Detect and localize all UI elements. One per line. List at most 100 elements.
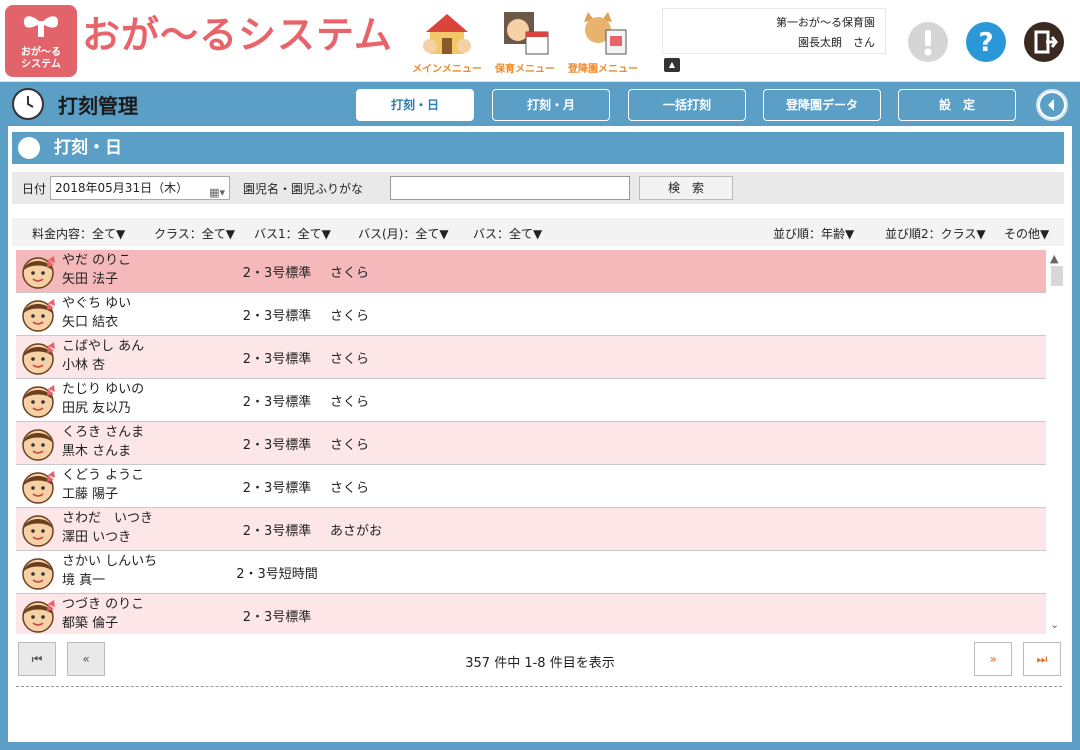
child-name: 矢田 法子: [62, 272, 119, 287]
tab-monthly[interactable]: 打刻・月: [492, 89, 610, 121]
child-kana: つづき のりこ: [62, 597, 145, 612]
table-row[interactable]: くろき さんま 黒木 さんま 2・3号標準 さくら: [16, 422, 1046, 465]
class-filter[interactable]: クラス：全て▼: [154, 225, 235, 242]
class-name: さくら: [330, 395, 370, 410]
child-name: 境 真一: [62, 573, 106, 588]
filter-bar: 日付 2018年05月31日（木） ▦▾ 園児名・園児ふりがな 検 索: [12, 172, 1064, 204]
tab-attendance-data[interactable]: 登降園データ: [763, 89, 881, 121]
child-name: 黒木 さんま: [62, 444, 132, 459]
child-kana: さわだ いつき: [62, 511, 154, 526]
bus1-filter[interactable]: バス1：全て▼: [254, 225, 331, 242]
cat-card-icon: [584, 12, 627, 55]
fee-type: 2・3号標準: [242, 309, 312, 324]
scroll-thumb[interactable]: [1051, 266, 1063, 286]
title-bar: 打刻管理 打刻・日 打刻・月 一括打刻 登降園データ 設 定: [0, 82, 1080, 126]
app-window: おが〜る システム おが〜るシステム メインメニュー 保育メニュー 登降園メニュー…: [0, 0, 1080, 750]
child-kana: くどう ようこ: [62, 468, 145, 483]
child-name: 矢口 結衣: [62, 315, 119, 330]
section-title: 打刻・日: [54, 138, 122, 158]
teacher-calendar-icon: [504, 12, 549, 55]
calendar-dropdown-icon[interactable]: ▦▾: [209, 182, 225, 204]
content-panel: 打刻・日 日付 2018年05月31日（木） ▦▾ 園児名・園児ふりがな 検 索 …: [8, 126, 1072, 742]
help-icon[interactable]: ?: [966, 22, 1006, 62]
boy-avatar-icon: [22, 429, 54, 461]
table-row[interactable]: やだ のりこ 矢田 法子 2・3号標準 さくら: [16, 250, 1046, 293]
table-row[interactable]: つづき のりこ 都築 倫子 2・3号標準: [16, 594, 1046, 634]
fee-type: 2・3号標準: [242, 524, 312, 539]
section-header: 打刻・日: [12, 132, 1064, 164]
tab-daily[interactable]: 打刻・日: [356, 89, 474, 121]
table-row[interactable]: やぐち ゆい 矢口 結衣 2・3号標準 さくら: [16, 293, 1046, 336]
house-kids-icon: [423, 14, 471, 54]
child-name: 小林 杏: [62, 358, 106, 373]
date-label: 日付: [22, 182, 47, 196]
app-logo[interactable]: おが〜る システム: [5, 5, 77, 77]
fee-type: 2・3号短時間: [236, 567, 318, 582]
tab-bulk[interactable]: 一括打刻: [628, 89, 746, 121]
fee-type: 2・3号標準: [242, 352, 312, 367]
scroll-down-icon[interactable]: ⌄: [1050, 618, 1059, 631]
fee-type: 2・3号標準: [242, 395, 312, 410]
table-row[interactable]: くどう ようこ 工藤 陽子 2・3号標準 さくら: [16, 465, 1046, 508]
child-name: 田尻 友以乃: [62, 401, 132, 416]
user-name: 園長太朗 さん: [798, 36, 875, 49]
circle-icon: [18, 137, 40, 159]
tab-settings[interactable]: 設 定: [898, 89, 1016, 121]
collapse-button[interactable]: [1036, 89, 1068, 121]
girl-avatar-icon: [22, 600, 55, 633]
table-row[interactable]: さわだ いつき 澤田 いつき 2・3号標準 あさがお: [16, 508, 1046, 551]
fee-filter[interactable]: 料金内容：全て▼: [32, 225, 125, 242]
sort-order-1[interactable]: 並び順：年齢▼: [773, 225, 854, 242]
app-title: おが〜るシステム: [82, 13, 393, 57]
facility-name: 第一おが〜る保育園: [776, 16, 875, 29]
name-label: 園児名・園児ふりがな: [243, 182, 364, 196]
logout-icon[interactable]: [1024, 22, 1064, 62]
table-row[interactable]: こばやし あん 小林 杏 2・3号標準 さくら: [16, 336, 1046, 379]
class-name: さくら: [330, 481, 370, 496]
divider: [16, 686, 1062, 687]
main-menu-button[interactable]: メインメニュー: [410, 8, 484, 76]
fee-type: 2・3号標準: [242, 481, 312, 496]
bus-filter[interactable]: バス：全て▼: [473, 225, 542, 242]
childcare-menu-label: 保育メニュー: [495, 64, 555, 75]
class-name: さくら: [330, 309, 370, 324]
user-dropdown-icon[interactable]: ▲: [664, 58, 680, 72]
boy-avatar-icon: [22, 558, 54, 590]
child-kana: さかい しんいち: [62, 554, 158, 569]
logo-text-2: システム: [21, 59, 61, 70]
child-name: 工藤 陽子: [62, 487, 119, 502]
scroll-up-icon[interactable]: ▲: [1050, 252, 1058, 265]
search-button[interactable]: 検 索: [639, 176, 733, 200]
table-row[interactable]: さかい しんいち境 真一 2・3号短時間: [16, 551, 1046, 594]
page-title: 打刻管理: [58, 94, 138, 118]
fee-type: 2・3号標準: [242, 438, 312, 453]
alert-icon[interactable]: [908, 22, 948, 62]
clock-icon: [12, 88, 44, 120]
bow-icon: [23, 16, 59, 37]
girl-avatar-icon: [22, 471, 55, 504]
class-name: あさがお: [330, 524, 383, 539]
girl-avatar-icon: [22, 299, 55, 332]
other-filter[interactable]: その他▼: [1004, 225, 1049, 242]
svg-text:?: ?: [978, 28, 993, 58]
girl-avatar-icon: [22, 256, 55, 289]
girl-avatar-icon: [22, 385, 55, 418]
table-row[interactable]: たじり ゆいの 田尻 友以乃 2・3号標準 さくら: [16, 379, 1046, 422]
child-kana: やぐち ゆい: [62, 296, 132, 311]
boy-avatar-icon: [22, 515, 54, 547]
child-name: 都築 倫子: [62, 616, 119, 631]
attendance-menu-label: 登降園メニュー: [568, 64, 638, 75]
sort-order-2[interactable]: 並び順2：クラス▼: [885, 225, 986, 242]
main-menu-label: メインメニュー: [412, 64, 482, 75]
sort-filter-bar: 料金内容：全て▼ クラス：全て▼ バス1：全て▼ バス(月)：全て▼ バス：全て…: [12, 218, 1064, 246]
bus-month-filter[interactable]: バス(月)：全て▼: [358, 225, 449, 242]
last-page-button[interactable]: ⏭: [1023, 642, 1061, 676]
user-info: 第一おが〜る保育園 園長太朗 さん: [662, 8, 886, 54]
name-search-input[interactable]: [390, 176, 630, 200]
attendance-menu-button[interactable]: 登降園メニュー: [566, 8, 640, 76]
date-picker[interactable]: 2018年05月31日（木） ▦▾: [50, 176, 230, 200]
childcare-menu-button[interactable]: 保育メニュー: [488, 8, 562, 76]
next-page-button[interactable]: »: [974, 642, 1012, 676]
child-name: 澤田 いつき: [62, 530, 132, 545]
scrollbar[interactable]: ▲ ⌄: [1048, 250, 1064, 634]
